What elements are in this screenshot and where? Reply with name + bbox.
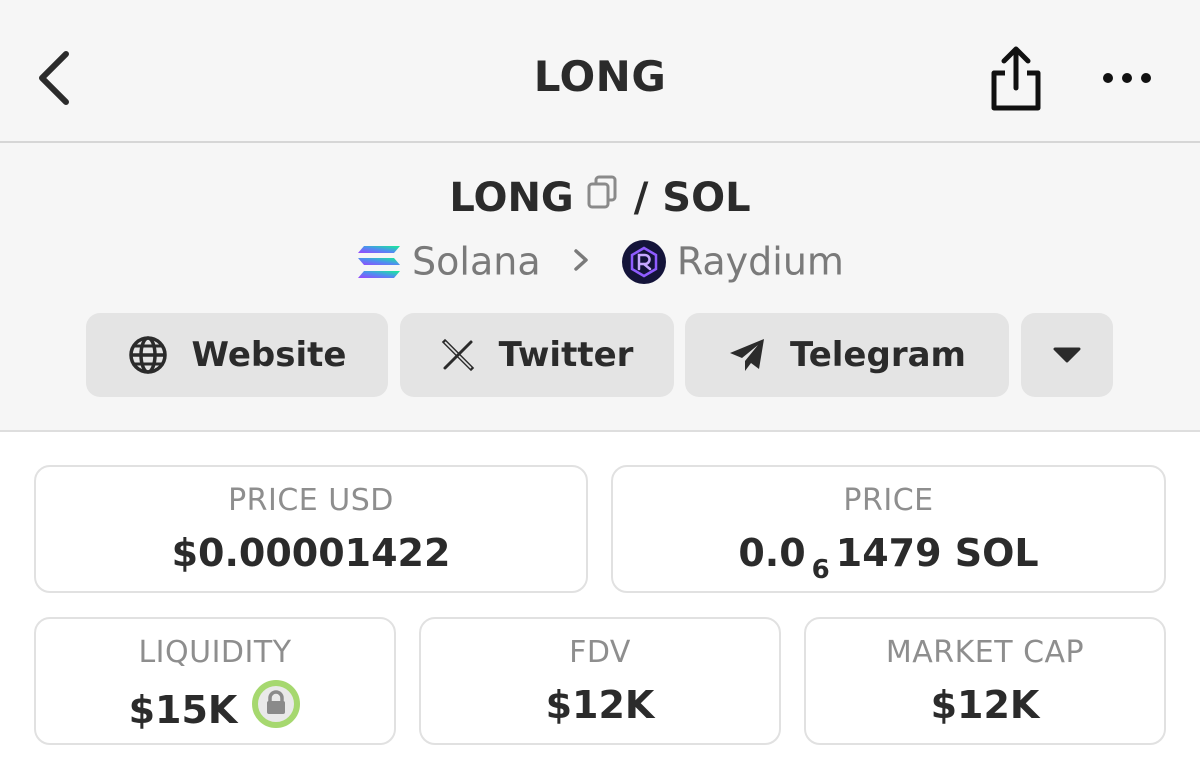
chevron-right-icon — [573, 248, 588, 271]
liquidity-value: $15K — [128, 688, 238, 732]
price-native-prefix: 0.0 — [738, 531, 806, 575]
price-native-value: 0.0 6 1479 SOL — [613, 531, 1164, 585]
chain-breadcrumb: Solana Raydium — [0, 237, 1200, 285]
fdv-value: $12K — [545, 683, 655, 727]
pair-separator: / — [633, 175, 649, 221]
copy-icon — [587, 175, 617, 209]
price-native-zero-count: 6 — [811, 555, 830, 585]
price-native-card: PRICE 0.0 6 1479 SOL — [611, 465, 1166, 593]
website-label: Website — [191, 335, 347, 375]
telegram-button[interactable]: Telegram — [685, 313, 1009, 397]
x-logo-icon — [441, 338, 474, 372]
market-cap-value: $12K — [930, 683, 1040, 727]
dex-link-raydium[interactable]: Raydium — [677, 240, 844, 284]
telegram-icon — [730, 339, 765, 371]
price-native-label: PRICE — [843, 483, 934, 518]
ellipsis-icon — [1103, 73, 1151, 83]
base-symbol: LONG — [449, 175, 574, 221]
twitter-label: Twitter — [498, 335, 634, 375]
liquidity-value-row: $15K — [36, 680, 394, 742]
quote-symbol: SOL — [662, 175, 751, 221]
globe-icon — [128, 336, 167, 374]
liquidity-card: LIQUIDITY $15K — [34, 617, 396, 745]
website-button[interactable]: Website — [86, 313, 388, 397]
price-usd-label: PRICE USD — [228, 483, 394, 518]
share-icon — [991, 46, 1041, 111]
twitter-button[interactable]: Twitter — [400, 313, 674, 397]
chain-link-solana[interactable]: Solana — [412, 240, 541, 284]
share-button[interactable] — [988, 44, 1044, 114]
more-links-dropdown[interactable] — [1021, 313, 1113, 397]
price-usd-value: $0.00001422 — [171, 531, 451, 575]
top-bar: LONG — [0, 0, 1200, 143]
liquidity-lock-badge[interactable] — [251, 679, 301, 738]
stats-panel: PRICE USD $0.00001422 PRICE 0.0 6 1479 SOL… — [0, 432, 1200, 766]
copy-address-button[interactable] — [586, 173, 618, 219]
liquidity-label: LIQUIDITY — [138, 635, 292, 670]
price-usd-card: PRICE USD $0.00001422 — [34, 465, 588, 593]
fdv-label: FDV — [569, 635, 631, 670]
pair-title: LONG / SOL — [0, 175, 1200, 223]
fdv-card: FDV $12K — [419, 617, 781, 745]
lock-icon — [252, 680, 301, 728]
market-cap-card: MARKET CAP $12K — [804, 617, 1166, 745]
more-options-button[interactable] — [1098, 58, 1158, 98]
price-native-suffix: 1479 SOL — [835, 531, 1039, 575]
raydium-logo-icon — [621, 239, 666, 284]
caret-down-icon — [1053, 347, 1081, 363]
telegram-label: Telegram — [790, 335, 966, 375]
solana-logo-icon — [358, 245, 401, 278]
market-cap-label: MARKET CAP — [885, 635, 1085, 670]
token-header: LONG / SOL Solana Raydium Website Twitte… — [0, 143, 1200, 432]
